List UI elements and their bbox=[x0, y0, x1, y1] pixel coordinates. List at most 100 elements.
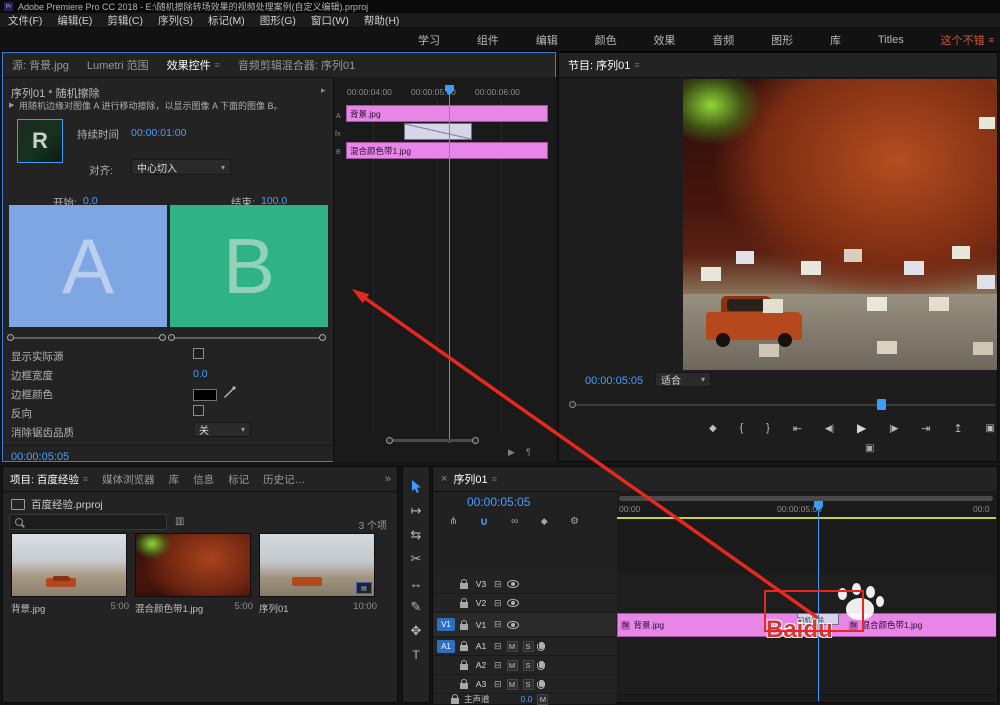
timeline-clip-blend[interactable]: fx 混合颜色带1.jpg bbox=[818, 613, 996, 637]
tab-media-browser[interactable]: 媒体浏览器 bbox=[95, 467, 162, 491]
menu-sequence[interactable]: 序列(S) bbox=[158, 13, 193, 28]
master-level-value[interactable]: 0.0 bbox=[521, 694, 533, 704]
menu-file[interactable]: 文件(F) bbox=[8, 13, 42, 28]
step-back-icon[interactable]: ◀| bbox=[825, 423, 834, 434]
panel-menu-icon[interactable]: ≡ bbox=[215, 60, 220, 70]
razor-tool[interactable]: ✂ bbox=[403, 547, 429, 571]
mini-clip-top[interactable]: 背景.jpg bbox=[346, 105, 548, 122]
hand-tool[interactable]: ✥ bbox=[403, 619, 429, 643]
mark-in-icon[interactable]: { bbox=[740, 422, 744, 434]
duration-value[interactable]: 00:00:01:00 bbox=[131, 127, 186, 139]
lock-icon[interactable] bbox=[460, 645, 468, 651]
show-actual-sources-checkbox[interactable] bbox=[193, 348, 204, 359]
close-icon[interactable]: × bbox=[433, 473, 447, 485]
pen-tool[interactable]: ✎ bbox=[403, 595, 429, 619]
mute-button[interactable]: M bbox=[507, 660, 518, 671]
mute-button[interactable]: M bbox=[537, 694, 548, 705]
border-width-value[interactable]: 0.0 bbox=[193, 368, 208, 380]
solo-button[interactable]: S bbox=[523, 660, 534, 671]
go-to-in-icon[interactable]: ⇤ bbox=[793, 422, 802, 435]
program-timecode[interactable]: 00:00:05:05 bbox=[585, 375, 643, 387]
source-patch-a1[interactable]: A1 bbox=[437, 640, 455, 653]
panel-menu-icon[interactable]: ≡ bbox=[492, 474, 497, 484]
source-patch-v1[interactable]: V1 bbox=[437, 618, 455, 631]
timeline-play head-line[interactable] bbox=[818, 501, 819, 701]
timeline-timecode[interactable]: 00:00:05:05 bbox=[467, 495, 530, 509]
scrubber-zoom-knob[interactable] bbox=[569, 401, 576, 408]
tab-program-monitor[interactable]: 节目: 序列01 ≡ bbox=[559, 53, 649, 77]
lock-icon[interactable] bbox=[460, 624, 468, 630]
workspace-assembly[interactable]: 组件 bbox=[477, 32, 499, 48]
source-patch-empty[interactable] bbox=[437, 659, 455, 672]
mute-button[interactable]: M bbox=[507, 679, 518, 690]
menu-edit[interactable]: 编辑(E) bbox=[57, 13, 92, 28]
fit-dropdown[interactable]: 适合 ▾ bbox=[655, 372, 711, 387]
mini-playhead-line[interactable] bbox=[449, 85, 450, 443]
source-patch-empty[interactable] bbox=[437, 578, 455, 591]
border-color-swatch[interactable] bbox=[193, 389, 217, 401]
filter-bin-icon[interactable]: ▥ bbox=[175, 516, 184, 527]
workspace-libraries[interactable]: 库 bbox=[830, 32, 841, 48]
play-icon[interactable]: ▶ bbox=[857, 421, 866, 435]
start-slider-knob-left[interactable] bbox=[7, 334, 14, 341]
menu-graphics[interactable]: 图形(G) bbox=[260, 13, 296, 28]
mini-clip-bottom[interactable]: 混合颜色带1.jpg bbox=[346, 142, 548, 159]
add-marker-icon[interactable]: ◆ bbox=[541, 516, 548, 527]
start-slider-knob-right[interactable] bbox=[159, 334, 166, 341]
effect-controls-timecode[interactable]: 00:00:05:05 bbox=[11, 451, 69, 463]
project-item-card[interactable]: 背景.jpg 5:00 bbox=[11, 533, 129, 615]
timeline-h-scrollbar[interactable] bbox=[619, 496, 993, 501]
panel-menu-icon[interactable]: ≡ bbox=[634, 60, 639, 70]
solo-button[interactable]: S bbox=[523, 679, 534, 690]
comparison-view-icon[interactable]: ▣ bbox=[865, 443, 874, 454]
sync-lock-icon[interactable]: ⊟ bbox=[494, 641, 502, 652]
work-area-bar[interactable] bbox=[617, 517, 996, 519]
play-transition-icon[interactable]: ▸ bbox=[321, 85, 326, 96]
lock-icon[interactable] bbox=[460, 583, 468, 589]
item-name[interactable]: 混合颜色带1.jpg bbox=[135, 601, 203, 615]
linked-selection-icon[interactable]: ∞ bbox=[511, 516, 518, 527]
sync-lock-icon[interactable]: ⊟ bbox=[494, 679, 502, 690]
end-slider-knob-right[interactable] bbox=[319, 334, 326, 341]
sync-lock-icon[interactable]: ⊟ bbox=[494, 579, 502, 590]
source-patch-empty[interactable] bbox=[437, 597, 455, 610]
track-label-a1[interactable]: A1 bbox=[473, 641, 489, 651]
workspace-effects[interactable]: 效果 bbox=[653, 32, 675, 48]
tab-source-monitor[interactable]: 源: 背景.jpg bbox=[3, 53, 78, 77]
workspace-menu-icon[interactable]: ≡ bbox=[989, 35, 994, 45]
thumbnail-sequence-01[interactable]: ▤ bbox=[259, 533, 375, 597]
source-patch-empty[interactable] bbox=[437, 678, 455, 691]
selection-tool[interactable] bbox=[403, 475, 429, 499]
loop-icon[interactable]: ¶ bbox=[526, 447, 531, 457]
workspace-editing[interactable]: 编辑 bbox=[536, 32, 558, 48]
lock-icon[interactable] bbox=[460, 664, 468, 670]
tab-libraries[interactable]: 库 bbox=[162, 467, 187, 491]
eyedropper-icon[interactable] bbox=[223, 386, 236, 399]
disclosure-triangle-icon[interactable]: ▶ bbox=[9, 101, 14, 109]
start-slider-rail[interactable] bbox=[12, 337, 164, 339]
alignment-dropdown[interactable]: 中心切入 ▾ bbox=[131, 159, 231, 175]
mini-zoom-knob-right[interactable] bbox=[472, 437, 479, 444]
add-marker-icon[interactable]: ◆ bbox=[709, 423, 717, 434]
workspace-learning[interactable]: 学习 bbox=[418, 32, 440, 48]
track-label-a3[interactable]: A3 bbox=[473, 679, 489, 689]
track-label-v2[interactable]: V2 bbox=[473, 598, 489, 608]
step-forward-icon[interactable]: |▶ bbox=[889, 423, 898, 434]
track-label-v3[interactable]: V3 bbox=[473, 579, 489, 589]
menu-window[interactable]: 窗口(W) bbox=[311, 13, 349, 28]
ripple-edit-tool[interactable]: ⇆ bbox=[403, 523, 429, 547]
mic-icon[interactable] bbox=[539, 680, 544, 687]
insert-overwrite-icon[interactable]: ⋔ bbox=[449, 516, 457, 527]
sync-lock-icon[interactable]: ⊟ bbox=[494, 619, 502, 630]
export-frame-icon[interactable]: ▣ bbox=[986, 423, 995, 434]
mark-out-icon[interactable]: } bbox=[766, 422, 770, 434]
snap-icon[interactable]: ∪ bbox=[480, 515, 489, 528]
sync-lock-icon[interactable]: ⊟ bbox=[494, 660, 502, 671]
lock-icon[interactable] bbox=[451, 698, 459, 704]
sync-lock-icon[interactable]: ⊟ bbox=[494, 598, 502, 609]
mini-zoom-knob-left[interactable] bbox=[386, 437, 393, 444]
lock-icon[interactable] bbox=[460, 602, 468, 608]
antialias-dropdown[interactable]: 关 ▾ bbox=[193, 422, 251, 437]
mini-zoom-scrollbar[interactable] bbox=[390, 439, 476, 442]
tab-audio-clip-mixer[interactable]: 音频剪辑混合器: 序列01 bbox=[229, 53, 364, 77]
